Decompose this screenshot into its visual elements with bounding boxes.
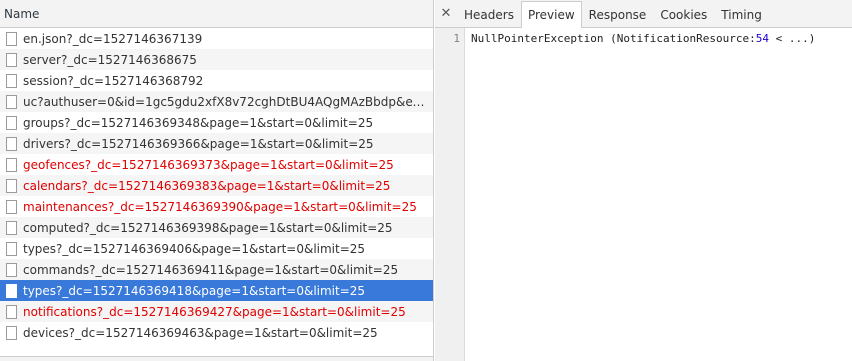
request-list: en.json?_dc=1527146367139 server?_dc=1527… — [0, 28, 433, 343]
file-icon — [6, 136, 17, 151]
request-name: drivers?_dc=1527146369366&page=1&start=0… — [23, 136, 374, 151]
file-icon — [6, 52, 17, 67]
request-name: notifications?_dc=1527146369427&page=1&s… — [23, 304, 406, 319]
tab-headers[interactable]: Headers — [457, 1, 521, 27]
name-column-header[interactable]: Name — [0, 0, 433, 28]
file-icon — [6, 115, 17, 130]
code-line-reference: 54 — [755, 32, 770, 45]
name-column-label: Name — [4, 6, 40, 21]
request-name: devices?_dc=1527146369463&page=1&start=0… — [23, 325, 378, 340]
code-text-before: NullPointerException (NotificationResour… — [471, 32, 756, 45]
request-name: computed?_dc=1527146369398&page=1&start=… — [23, 220, 393, 235]
file-icon — [6, 199, 17, 214]
details-tab-bar: ✕ Headers Preview Response Cookies Timing — [435, 0, 852, 28]
request-name: server?_dc=1527146368675 — [23, 52, 197, 67]
file-icon — [6, 73, 17, 88]
request-row[interactable]: maintenances?_dc=1527146369390&page=1&st… — [0, 196, 433, 217]
request-row[interactable]: commands?_dc=1527146369411&page=1&start=… — [0, 259, 433, 280]
request-row[interactable]: geofences?_dc=1527146369373&page=1&start… — [0, 154, 433, 175]
request-name: commands?_dc=1527146369411&page=1&start=… — [23, 262, 399, 277]
request-row[interactable]: calendars?_dc=1527146369383&page=1&start… — [0, 175, 433, 196]
request-name: en.json?_dc=1527146367139 — [23, 31, 203, 46]
file-icon — [6, 304, 17, 319]
request-name: session?_dc=1527146368792 — [23, 73, 204, 88]
request-row[interactable]: types?_dc=1527146369406&page=1&start=0&l… — [0, 238, 433, 259]
file-icon — [6, 157, 17, 172]
request-row[interactable]: session?_dc=1527146368792 — [0, 70, 433, 91]
request-row[interactable]: notifications?_dc=1527146369427&page=1&s… — [0, 301, 433, 322]
request-name: types?_dc=1527146369418&page=1&start=0&l… — [23, 283, 366, 298]
tab-response[interactable]: Response — [582, 1, 654, 27]
request-row[interactable]: en.json?_dc=1527146367139 — [0, 28, 433, 49]
line-number-gutter: 1 — [435, 28, 465, 361]
preview-code-line[interactable]: NullPointerException (NotificationResour… — [471, 28, 852, 49]
request-name: types?_dc=1527146369406&page=1&start=0&l… — [23, 241, 366, 256]
tab-timing[interactable]: Timing — [714, 1, 769, 27]
request-row[interactable]: drivers?_dc=1527146369366&page=1&start=0… — [0, 133, 433, 154]
request-row[interactable]: types?_dc=1527146369418&page=1&start=0&l… — [0, 280, 433, 301]
request-row[interactable]: server?_dc=1527146368675 — [0, 49, 433, 70]
file-icon — [6, 283, 17, 298]
file-icon — [6, 94, 17, 109]
file-icon — [6, 325, 17, 340]
file-icon — [6, 220, 17, 235]
file-icon — [6, 178, 17, 193]
details-panel: ✕ Headers Preview Response Cookies Timing 1 … — [435, 0, 852, 361]
tab-cookies[interactable]: Cookies — [653, 1, 714, 27]
file-icon — [6, 31, 17, 46]
request-name: groups?_dc=1527146369348&page=1&start=0&… — [23, 115, 374, 130]
file-icon — [6, 241, 17, 256]
line-number: 1 — [453, 32, 460, 45]
request-list-panel: Name en.json?_dc=1527146367139 server?_dc… — [0, 0, 434, 361]
request-row[interactable]: uc?authuser=0&id=1gc5gdu2xfX8v72cghDtBU4… — [0, 91, 433, 112]
request-name: calendars?_dc=1527146369383&page=1&start… — [23, 178, 391, 193]
code-text-after: < ...) — [769, 32, 816, 45]
request-name: maintenances?_dc=1527146369390&page=1&st… — [23, 199, 417, 214]
tab-preview[interactable]: Preview — [520, 1, 582, 28]
close-icon[interactable]: ✕ — [437, 0, 455, 27]
preview-pane: 1 NullPointerException (NotificationReso… — [435, 28, 852, 361]
horizontal-scrollbar[interactable] — [0, 356, 433, 361]
request-row[interactable]: computed?_dc=1527146369398&page=1&start=… — [0, 217, 433, 238]
request-name: geofences?_dc=1527146369373&page=1&start… — [23, 157, 394, 172]
file-icon — [6, 262, 17, 277]
request-row[interactable]: devices?_dc=1527146369463&page=1&start=0… — [0, 322, 433, 343]
request-row[interactable]: groups?_dc=1527146369348&page=1&start=0&… — [0, 112, 433, 133]
request-name: uc?authuser=0&id=1gc5gdu2xfX8v72cghDtBU4… — [23, 94, 431, 109]
